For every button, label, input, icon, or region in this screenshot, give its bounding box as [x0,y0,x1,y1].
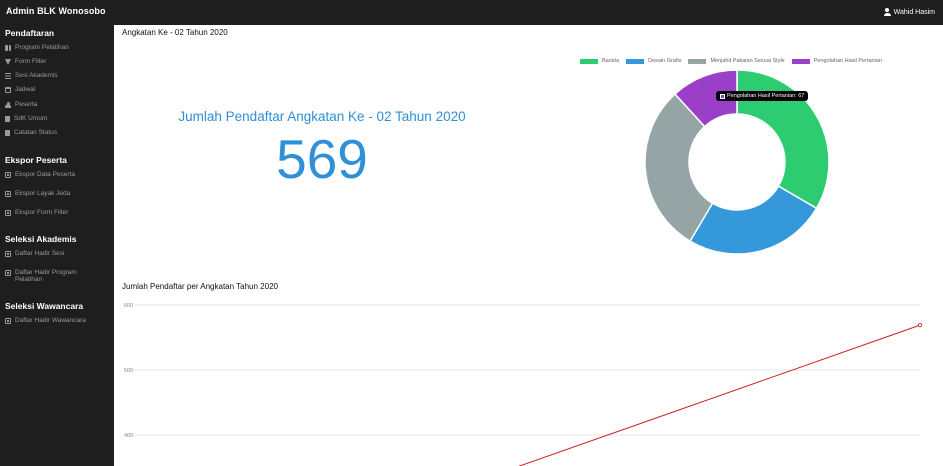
print-icon [5,209,11,216]
sidebar-section-pendaftaran: Pendaftaran [5,28,55,38]
brand-title[interactable]: Admin BLK Wonosobo [6,6,106,16]
user-menu[interactable]: Wahid Hasim [883,8,935,16]
summary-value: 569 [276,128,368,190]
sidebar: Pendaftaran Program Pelatihan Form Filte… [0,25,114,466]
sidebar-item-catatan-status[interactable]: Catatan Status [5,129,110,136]
summary-label: Jumlah Pendaftar Angkatan Ke - 02 Tahun … [178,109,466,124]
file-icon [5,129,10,136]
legend-swatch [688,58,707,64]
file-icon [5,115,10,122]
book-icon [5,44,11,51]
sidebar-item-ekspor-layak-jeda[interactable]: Ekspor Layak Jeda [5,190,110,197]
chart-tooltip: Pengolahan Hasil Pertanian: 67 [716,91,809,101]
user-name: Wahid Hasim [893,8,935,16]
filter-icon [5,58,11,65]
series-line [518,324,921,466]
y-tick-label: 600 [124,303,133,309]
donut-legend: Barista Desain Grafis Menjahit Pakaian Ses… [580,58,882,64]
sidebar-item-form-filter[interactable]: Form Filter [5,58,110,65]
legend-swatch [791,58,810,64]
print-icon [5,171,11,178]
sidebar-item-daftar-hadir-wawancara[interactable]: Daftar Hadir Wawancara [5,317,110,324]
print-icon [5,250,11,257]
y-tick-label: 500 [124,368,133,374]
summary-card-title: Angkatan Ke - 02 Tahun 2020 [122,28,228,37]
sidebar-item-sdk-umum[interactable]: SdK Umum [5,115,110,122]
print-icon [5,190,11,197]
legend-item[interactable]: Desain Grafis [626,58,681,64]
print-icon [5,269,11,276]
legend-label: Desain Grafis [648,58,682,64]
tooltip-text: Pengolahan Hasil Pertanian: 67 [727,93,805,99]
legend-label: Barista [602,58,620,64]
sidebar-item-sesi-akademis[interactable]: Sesi Akademis [5,72,110,79]
sidebar-section-seleksi-akademis: Seleksi Akademis [5,234,77,244]
sidebar-item-ekspor-data-peserta[interactable]: Ekspor Data Peserta [5,171,110,178]
y-tick-label: 400 [124,433,133,439]
data-point[interactable] [918,323,923,328]
sidebar-section-seleksi-wawancara: Seleksi Wawancara [5,301,84,311]
line-chart: 400 500 600 [124,303,923,466]
sidebar-item-daftar-hadir-program[interactable]: Daftar Hadir Program Pelatihan [5,269,95,283]
legend-item[interactable]: Menjahit Pakaian Sesuai Style [688,58,785,64]
print-icon [5,317,11,324]
sidebar-item-jadwal[interactable]: Jadwal [5,86,110,93]
users-icon [5,101,11,108]
user-icon [883,8,891,16]
legend-item[interactable]: Pengolahan Hasil Pertanian [791,58,882,64]
line-chart-title: Jumlah Pendaftar per Angkatan Tahun 2020 [122,282,278,291]
main-content: Angkatan Ke - 02 Tahun 2020 Jumlah Penda… [114,25,943,466]
legend-item[interactable]: Barista [580,58,619,64]
tooltip-swatch [720,93,725,99]
legend-label: Pengolahan Hasil Pertanian [813,58,882,64]
legend-label: Menjahit Pakaian Sesuai Style [710,58,785,64]
sidebar-item-ekspor-form-filter[interactable]: Ekspor Form Filter [5,209,110,216]
top-bar: Admin BLK Wonosobo Wahid Hasim [0,0,943,25]
sidebar-item-peserta[interactable]: Peserta [5,101,110,108]
legend-swatch [626,58,645,64]
sidebar-item-daftar-hadir-sesi[interactable]: Daftar Hadir Sesi [5,250,110,257]
sidebar-item-program-pelatihan[interactable]: Program Pelatihan [5,44,110,51]
legend-swatch [580,58,598,64]
calendar-icon [5,86,11,93]
sidebar-section-ekspor-peserta: Ekspor Peserta [5,155,67,165]
list-icon [5,72,11,79]
